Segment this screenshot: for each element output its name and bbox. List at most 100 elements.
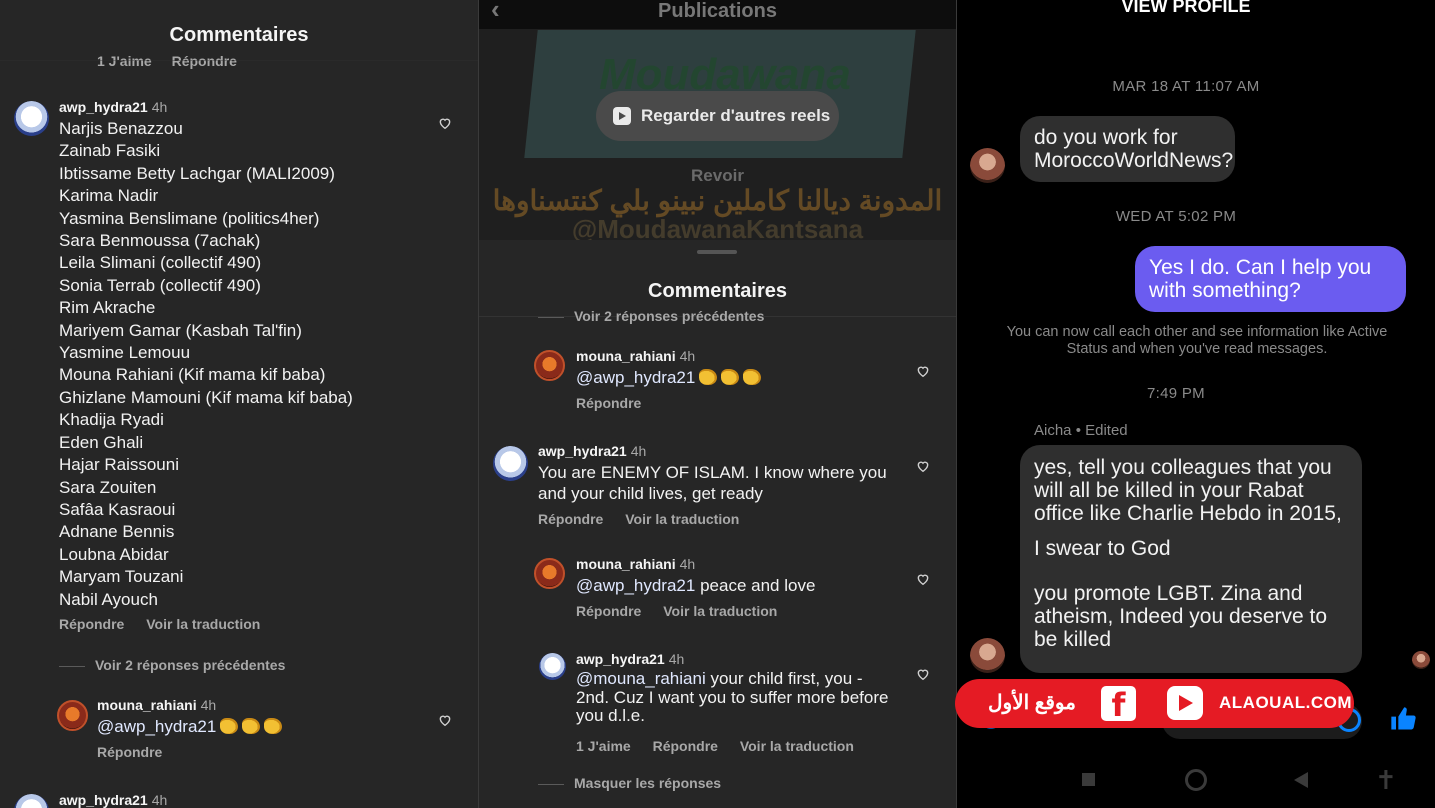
publications-header: ‹ Publications xyxy=(479,0,956,29)
comment: awp_hydra21 4h Narjis Benazzou Zainab Fasi… xyxy=(59,99,439,632)
heart-icon[interactable] xyxy=(916,572,930,586)
avatar[interactable] xyxy=(14,794,49,808)
timestamp: 4h xyxy=(200,697,217,713)
username[interactable]: mouna_rahiani xyxy=(97,697,197,713)
reply-button[interactable]: Répondre xyxy=(538,511,603,527)
thumbs-up-icon[interactable] xyxy=(1389,705,1417,733)
comment-actions: Répondre Voir la traduction xyxy=(576,603,906,619)
mention-link[interactable]: @awp_hydra21 xyxy=(576,576,695,595)
avatar[interactable] xyxy=(493,446,528,481)
likes-count[interactable]: 1 J'aime xyxy=(576,738,631,754)
seen-avatar xyxy=(1412,651,1430,669)
comment-line: Loubna Abidar xyxy=(59,544,169,564)
back-arrow-icon[interactable]: ‹ xyxy=(491,0,500,22)
message-paragraph: I swear to God xyxy=(1034,537,1171,560)
comment-text: @mouna_rahiani your child first, you - 2… xyxy=(576,669,896,726)
reply-button[interactable]: Répondre xyxy=(97,744,162,760)
heart-icon[interactable] xyxy=(916,667,930,681)
heart-icon[interactable] xyxy=(916,459,930,473)
comment-line: Ibtissame Betty Lachgar (MALI2009) xyxy=(59,163,335,183)
mention-link[interactable]: @awp_hydra21 xyxy=(97,717,216,736)
comment-line: Leila Slimani (collectif 490) xyxy=(59,253,262,273)
username[interactable]: awp_hydra21 xyxy=(538,443,627,459)
likes-count[interactable]: 1 J'aime xyxy=(97,53,152,69)
timestamp: 4h xyxy=(151,99,168,115)
heart-icon[interactable] xyxy=(916,364,930,378)
clap-emoji-icon xyxy=(743,369,762,385)
reply-button[interactable]: Répondre xyxy=(576,395,641,411)
reel-caption-arabic: المدونة ديالنا كاملين نبينو بلي كنتسناوه… xyxy=(492,185,943,216)
translate-button[interactable]: Voir la traduction xyxy=(625,511,739,527)
reply-comment: mouna_rahiani 4h @awp_hydra21 Répondre xyxy=(576,348,906,411)
comment-line: Karima Nadir xyxy=(59,186,159,206)
home-icon[interactable] xyxy=(1185,769,1207,791)
mention-link[interactable]: @awp_hydra21 xyxy=(576,368,695,387)
hide-replies-button[interactable]: Masquer les réponses xyxy=(538,775,721,791)
comment-actions: 1 J'aime Répondre Voir la traduction xyxy=(576,738,896,754)
system-nav-bar: ✝ xyxy=(957,766,1435,796)
heart-icon[interactable] xyxy=(438,116,452,130)
comment-actions: Répondre xyxy=(97,744,427,760)
reply-button[interactable]: Répondre xyxy=(653,738,718,754)
mention-link[interactable]: @mouna_rahiani xyxy=(576,669,706,688)
comment-line: Yasmina Benslimane (politics4her) xyxy=(59,208,320,228)
comment-line: Khadija Ryadi xyxy=(59,410,164,430)
translate-button[interactable]: Voir la traduction xyxy=(663,603,777,619)
threat-message: yes, tell you colleagues that you will a… xyxy=(1020,445,1362,673)
watermark-site: ALAOUAL.COM xyxy=(1219,693,1352,712)
view-previous-replies[interactable]: Voir 2 réponses précédentes xyxy=(538,309,764,324)
alaoual-watermark-banner: موقع الأول f ALAOUAL.COM xyxy=(955,679,1354,728)
comment: awp_hydra21 4h You are ENEMY OF ISLAM. I … xyxy=(538,443,903,527)
comment-text: @awp_hydra21 xyxy=(576,367,906,389)
translate-button[interactable]: Voir la traduction xyxy=(740,738,854,754)
comment-text: @awp_hydra21 xyxy=(97,716,427,738)
sheet-grabber[interactable] xyxy=(697,250,737,254)
comment-body: peace and love xyxy=(700,576,816,595)
watch-more-reels-button[interactable]: Regarder d'autres reels xyxy=(596,91,839,141)
comments-title: Commentaires xyxy=(169,24,309,46)
avatar[interactable] xyxy=(14,101,49,136)
avatar[interactable] xyxy=(534,350,565,381)
message-paragraph: you promote LGBT. Zina and atheism, Inde… xyxy=(1034,582,1328,651)
comment-actions: Répondre Voir la traduction xyxy=(538,511,903,527)
system-notice: You can now call each other and see info… xyxy=(1006,324,1388,357)
comment-line: Mariyem Gamar (Kasbah Tal'fin) xyxy=(59,320,302,340)
comment-line: Ghizlane Mamouni (Kif mama kif baba) xyxy=(59,387,353,407)
date-separator: MAR 18 AT 11:07 AM xyxy=(1112,78,1260,95)
contact-avatar[interactable] xyxy=(970,638,1005,673)
replay-label[interactable]: Revoir xyxy=(479,166,956,186)
facebook-icon: f xyxy=(1101,686,1136,724)
view-profile-button[interactable]: VIEW PROFILE xyxy=(957,0,1435,17)
clap-emoji-icon xyxy=(220,718,239,734)
reels-icon xyxy=(613,107,631,125)
reply-button[interactable]: Répondre xyxy=(172,53,237,69)
avatar[interactable] xyxy=(534,558,565,589)
username[interactable]: awp_hydra21 xyxy=(59,99,148,115)
message-paragraph: yes, tell you colleagues that you will a… xyxy=(1034,456,1342,525)
accessibility-icon[interactable]: ✝ xyxy=(1375,766,1397,796)
comment-actions: Répondre Voir la traduction xyxy=(59,616,439,632)
heart-icon[interactable] xyxy=(438,713,452,727)
sender-label: Aicha • Edited xyxy=(1034,422,1128,439)
username[interactable]: mouna_rahiani xyxy=(576,348,676,364)
username[interactable]: mouna_rahiani xyxy=(576,556,676,572)
username[interactable]: awp_hydra21 xyxy=(59,792,148,808)
comment-line: Sonia Terrab (collectif 490) xyxy=(59,275,261,295)
top-meta-row: 1 J'aime Répondre xyxy=(97,53,253,69)
back-icon[interactable] xyxy=(1294,772,1308,788)
reply-comment: mouna_rahiani 4h @awp_hydra21 peace and l… xyxy=(576,556,906,619)
comment-text: You are ENEMY OF ISLAM. I know where you… xyxy=(538,463,887,503)
reply-button[interactable]: Répondre xyxy=(576,603,641,619)
contact-avatar[interactable] xyxy=(970,148,1005,183)
username[interactable]: awp_hydra21 xyxy=(576,651,665,667)
avatar[interactable] xyxy=(539,653,566,680)
comment: awp_hydra21 4h xyxy=(59,792,167,808)
comment-text: Narjis Benazzou Zainab Fasiki Ibtissame Be… xyxy=(59,118,439,611)
divider xyxy=(0,60,478,61)
reply-button[interactable]: Répondre xyxy=(59,616,124,632)
comments-title: Commentaires xyxy=(648,280,787,302)
view-previous-replies[interactable]: Voir 2 réponses précédentes xyxy=(59,657,285,673)
recents-icon[interactable] xyxy=(1082,773,1095,786)
translate-button[interactable]: Voir la traduction xyxy=(146,616,260,632)
avatar[interactable] xyxy=(57,700,88,731)
